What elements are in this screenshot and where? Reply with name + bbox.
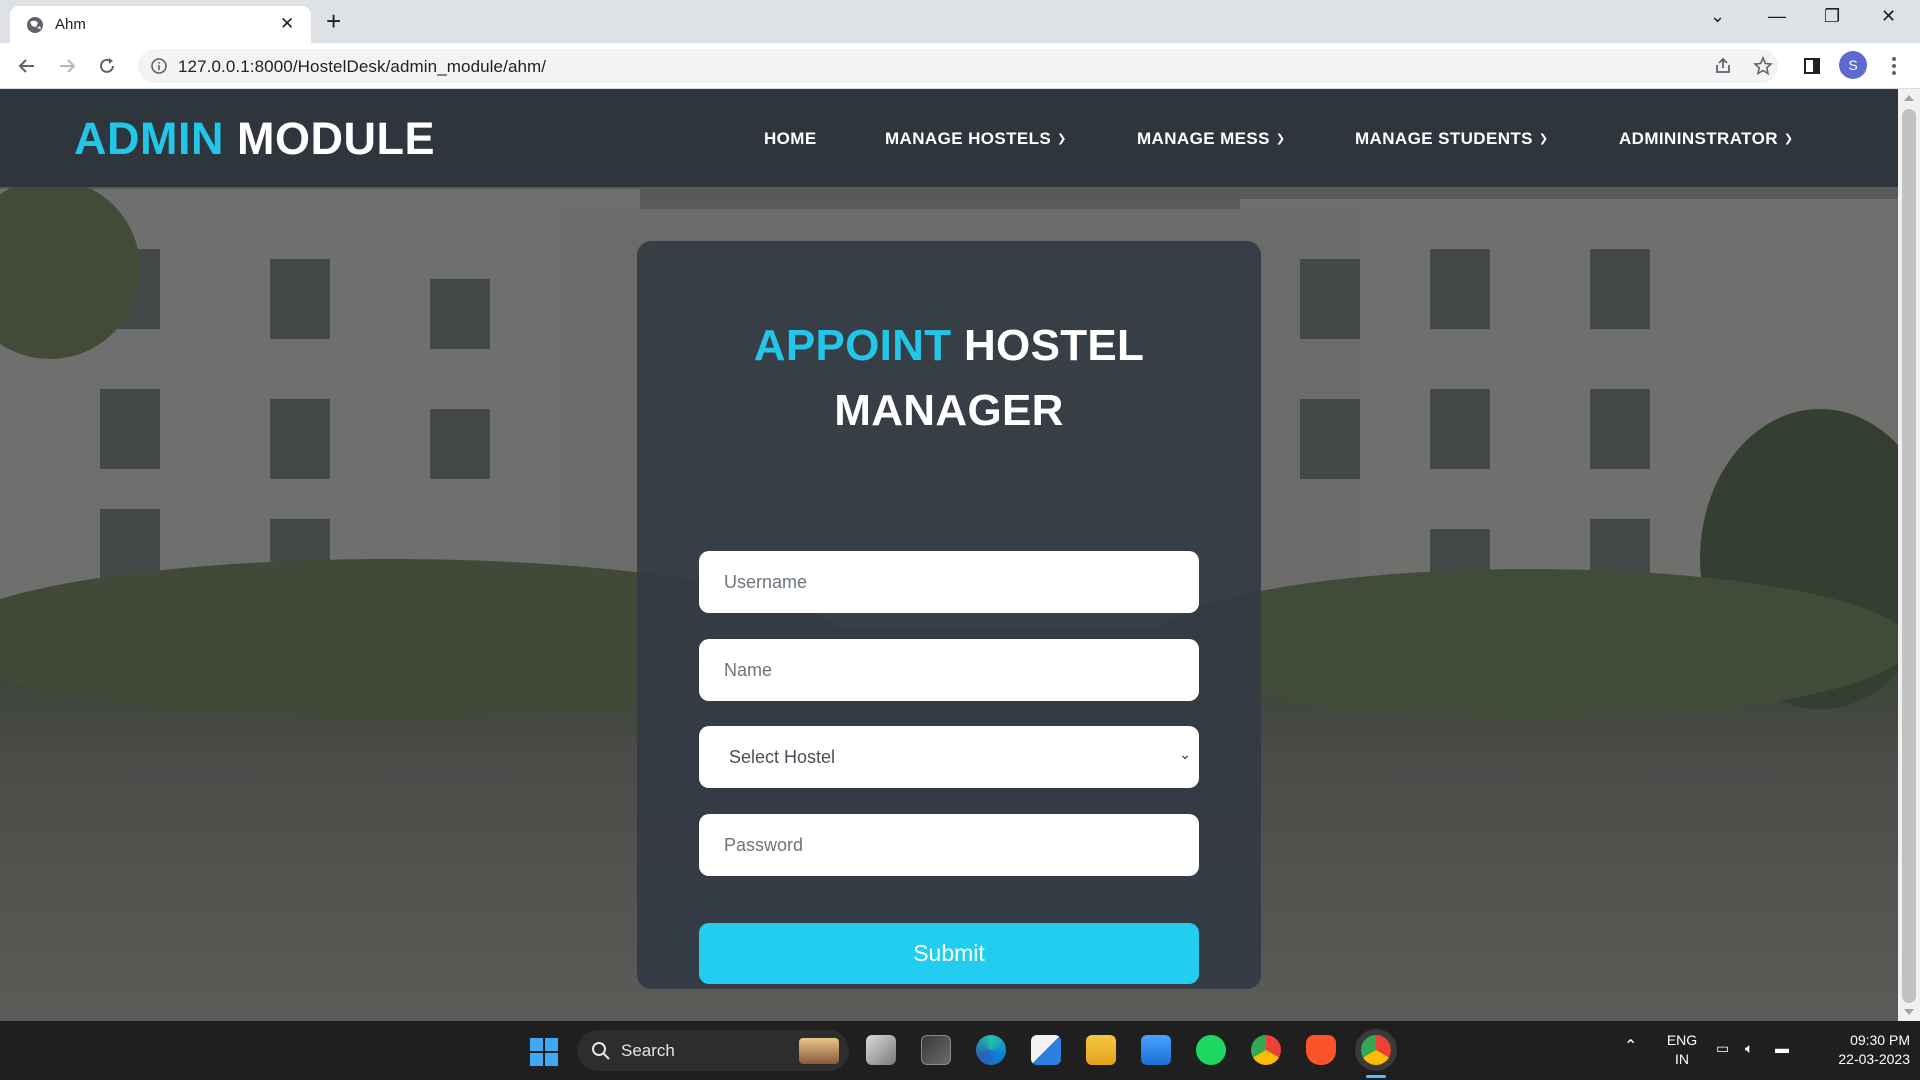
search-icon (592, 1042, 610, 1060)
chevron-down-icon: ❯ (1057, 133, 1067, 145)
browser-tab-strip: Ahm ✕ + ⌄ — ❐ ✕ (0, 0, 1920, 43)
tray-chevron-up-icon[interactable]: ⌃ (1624, 1037, 1637, 1056)
nav-manage-mess[interactable]: MANAGE MESS ❯ (1137, 129, 1285, 149)
page-scrollbar[interactable] (1898, 89, 1920, 1021)
file-explorer-icon[interactable] (1086, 1035, 1116, 1065)
reload-icon[interactable] (92, 51, 122, 81)
brave-browser-icon[interactable] (1306, 1035, 1336, 1065)
chevron-down-icon: ⌄ (1179, 746, 1191, 762)
chevron-down-icon: ❯ (1275, 133, 1286, 145)
close-tab-icon[interactable]: ✕ (280, 14, 294, 34)
browser-menu-icon[interactable] (1884, 51, 1904, 81)
mail-icon[interactable] (1141, 1035, 1171, 1065)
name-placeholder: Name (724, 659, 773, 680)
scroll-up-icon[interactable] (1904, 95, 1914, 101)
tab-title: Ahm (55, 16, 86, 33)
microsoft-store-icon[interactable] (1031, 1035, 1061, 1065)
new-tab-icon[interactable]: + (326, 6, 341, 36)
nav-label: MANAGE STUDENTS (1355, 129, 1533, 148)
volume-icon[interactable]: 🔈︎ (1745, 1039, 1753, 1058)
address-bar[interactable]: 127.0.0.1:8000/HostelDesk/admin_module/a… (138, 49, 1778, 83)
brand-rest: MODULE (237, 113, 435, 164)
edge-browser-icon[interactable] (976, 1035, 1006, 1065)
restore-icon[interactable]: ❐ (1824, 6, 1840, 27)
browser-toolbar: 127.0.0.1:8000/HostelDesk/admin_module/a… (0, 43, 1920, 89)
page-viewport: ADMIN MODULE HOME MANAGE HOSTELS ❯ MANAGE… (0, 89, 1898, 1021)
windows-start-icon[interactable] (529, 1037, 559, 1067)
scrollbar-thumb[interactable] (1902, 109, 1916, 1003)
taskbar-search[interactable]: Search (577, 1030, 849, 1071)
username-placeholder: Username (724, 571, 808, 592)
nav-home[interactable]: HOME (764, 129, 817, 149)
nav-administrator[interactable]: ADMININSTRATOR ❯ (1619, 129, 1794, 149)
site-header: ADMIN MODULE HOME MANAGE HOSTELS ❯ MANAGE… (0, 89, 1898, 187)
form-title-accent: APPOINT (753, 321, 952, 370)
task-view-icon[interactable] (866, 1035, 896, 1065)
nav-label: MANAGE HOSTELS (885, 129, 1052, 148)
hostel-select-value: Select Hostel (729, 746, 836, 767)
search-label: Search (621, 1041, 675, 1060)
nav-manage-hostels[interactable]: MANAGE HOSTELS ❯ (885, 129, 1067, 149)
chrome-active-icon[interactable] (1361, 1035, 1391, 1065)
back-icon[interactable] (12, 51, 42, 81)
username-input[interactable]: Username (699, 551, 1199, 613)
password-input[interactable]: Password (699, 814, 1199, 876)
minimize-icon[interactable]: — (1768, 6, 1786, 27)
active-app-indicator (1366, 1075, 1386, 1078)
brand-logo[interactable]: ADMIN MODULE (74, 113, 435, 165)
close-window-icon[interactable]: ✕ (1881, 6, 1896, 27)
language-indicator[interactable]: ENG IN (1662, 1031, 1702, 1069)
taskbar: Search ⌃ ENG IN ▭ 🔈︎ ▬ 09:30 PM 22-03-20… (0, 1021, 1920, 1080)
side-panel-icon[interactable] (1797, 51, 1827, 81)
tab-search-chevron-icon[interactable]: ⌄ (1710, 6, 1725, 27)
form-title-line2: MANAGER (834, 386, 1064, 435)
predator-app-icon[interactable] (921, 1035, 951, 1065)
network-icon[interactable]: ▭ (1716, 1039, 1729, 1058)
nav-manage-students[interactable]: MANAGE STUDENTS ❯ (1355, 129, 1549, 149)
battery-icon[interactable]: ▬ (1775, 1039, 1789, 1058)
forward-icon[interactable] (52, 51, 82, 81)
chevron-down-icon: ❯ (1538, 133, 1549, 145)
scroll-down-icon[interactable] (1904, 1009, 1914, 1015)
appoint-manager-form: APPOINT HOSTEL MANAGER Username Name Sel… (637, 241, 1261, 989)
clock-time: 09:30 PM (1850, 1032, 1910, 1048)
form-title-rest: HOSTEL (963, 321, 1145, 370)
password-placeholder: Password (724, 834, 804, 855)
url-text: 127.0.0.1:8000/HostelDesk/admin_module/a… (178, 57, 547, 76)
name-input[interactable]: Name (699, 639, 1199, 701)
chrome-icon[interactable] (1251, 1035, 1281, 1065)
nav-label: HOME (764, 129, 817, 148)
submit-button[interactable]: Submit (699, 923, 1199, 984)
nav-label: ADMININSTRATOR (1619, 129, 1778, 148)
form-title: APPOINT HOSTEL MANAGER (637, 313, 1261, 443)
search-highlight-icon (799, 1038, 839, 1064)
browser-tab[interactable]: Ahm ✕ (10, 6, 311, 43)
site-info-icon[interactable] (150, 57, 168, 75)
clock[interactable]: 09:30 PM 22-03-2023 (1810, 1031, 1910, 1069)
profile-avatar[interactable]: S (1839, 51, 1867, 79)
chevron-down-icon: ❯ (1783, 133, 1794, 145)
bookmark-star-icon[interactable] (1748, 51, 1778, 81)
clock-date: 22-03-2023 (1838, 1051, 1910, 1067)
hostel-select[interactable]: Select Hostel ⌄ (699, 726, 1199, 788)
nav-label: MANAGE MESS (1137, 129, 1270, 148)
share-icon[interactable] (1708, 51, 1738, 81)
brand-accent: ADMIN (74, 113, 224, 164)
globe-icon (27, 17, 43, 33)
lang-line2: IN (1675, 1051, 1689, 1067)
spotify-icon[interactable] (1196, 1035, 1226, 1065)
lang-line1: ENG (1666, 1032, 1698, 1048)
